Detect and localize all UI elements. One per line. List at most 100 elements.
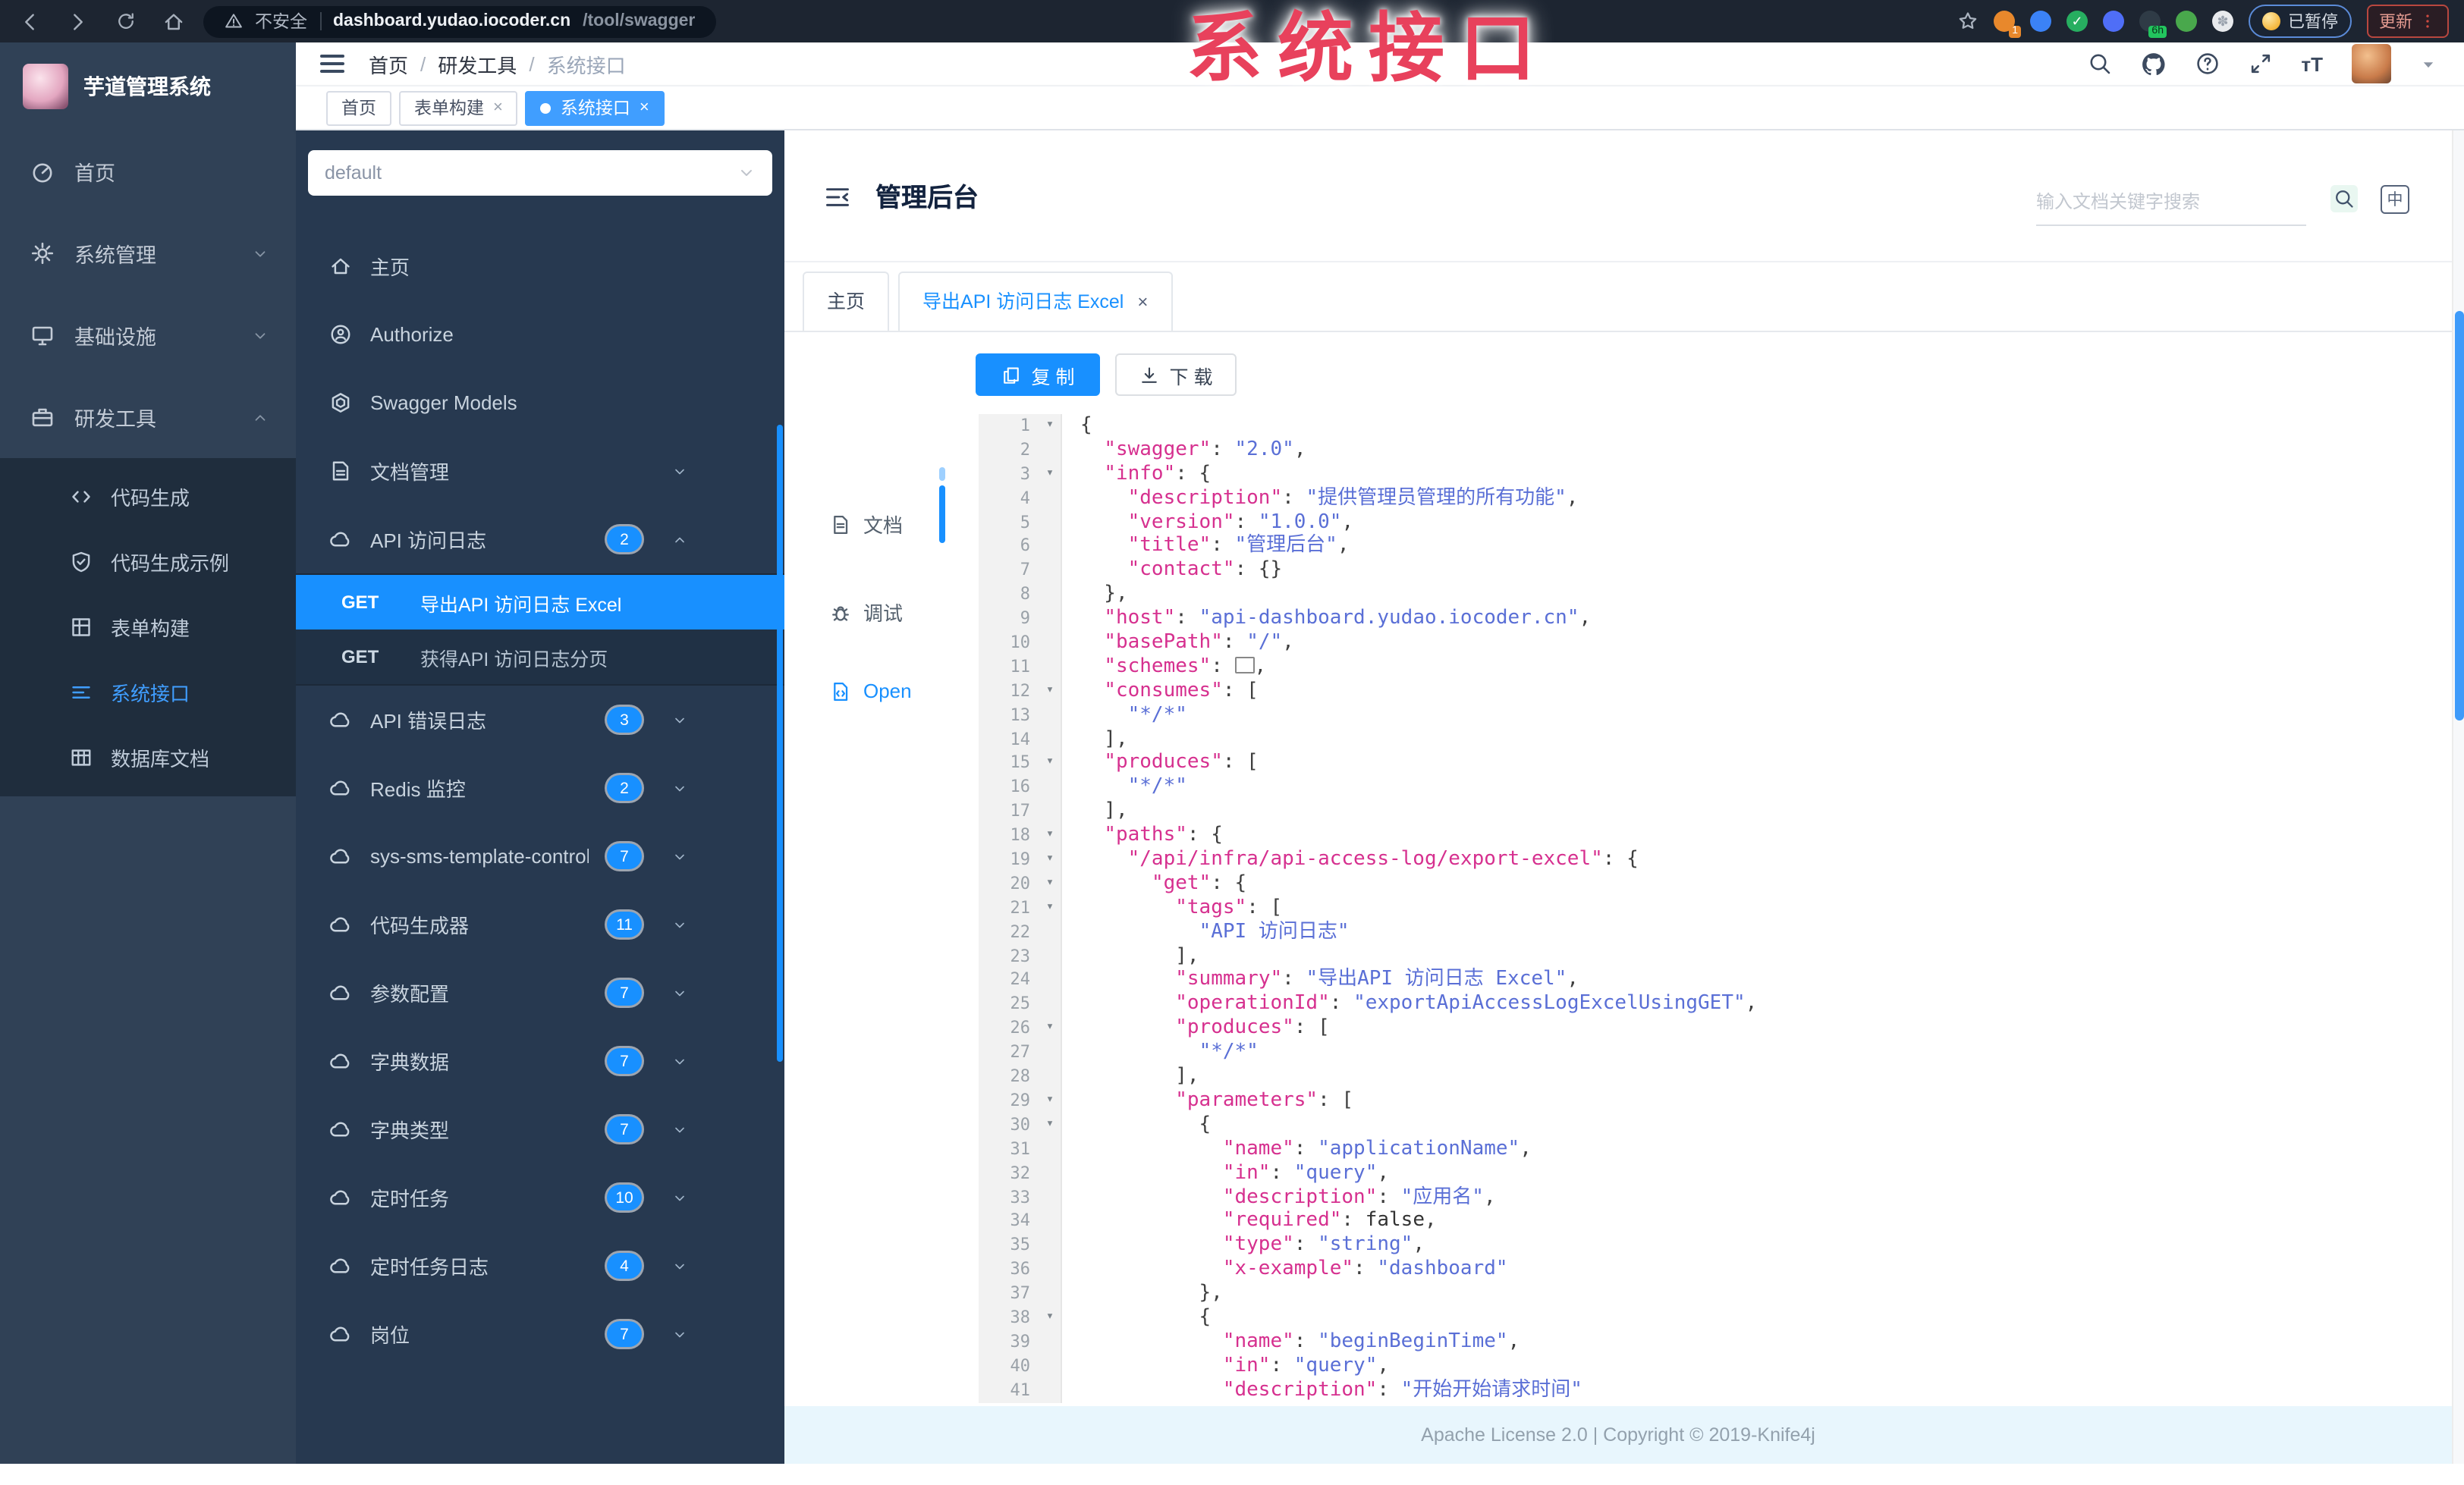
tab-label: 主页 — [827, 291, 866, 312]
doc-search-input[interactable]: 输入文档关键字搜索 — [2036, 188, 2306, 226]
rail-scrollbar-thumb[interactable] — [939, 485, 945, 543]
collapse-menu-icon[interactable] — [824, 184, 851, 211]
user-avatar[interactable] — [2352, 44, 2391, 83]
page-scrollbar-thumb[interactable] — [2455, 311, 2464, 721]
json-code-editor[interactable]: 1 ▾{2 "swagger": "2.0", 3 ▾ "info": {4 "des… — [979, 414, 2444, 1406]
api-menu-item-swagger-models[interactable]: Swagger Models — [296, 369, 784, 437]
api-menu-item-k4-home[interactable]: 主页 — [296, 232, 784, 300]
rail-item-open[interactable]: Open — [784, 680, 912, 702]
code-line-41: 41 "description": "开始开始请求时间" — [979, 1378, 2444, 1403]
sidebar-item-code-gen[interactable]: 代码生成 — [0, 464, 296, 529]
fold-marker-icon[interactable]: ▾ — [1039, 414, 1062, 438]
tab-close-icon[interactable]: × — [1137, 273, 1148, 331]
api-menu-item-scheduled-job-log[interactable]: 定时任务日志 4 — [296, 1232, 784, 1300]
tag-system-api[interactable]: 系统接口 × — [525, 90, 665, 125]
browser-forward-icon[interactable] — [67, 10, 90, 33]
hamburger-icon[interactable] — [320, 55, 344, 73]
github-icon[interactable] — [2140, 51, 2166, 77]
tag-close-icon[interactable]: × — [493, 99, 503, 117]
fold-marker-icon[interactable]: ▾ — [1039, 679, 1062, 704]
extension-icon-white-flower[interactable]: ✽ — [2212, 11, 2233, 32]
api-menu-item-param-config[interactable]: 参数配置 7 — [296, 959, 784, 1027]
download-button[interactable]: 下 载 — [1115, 353, 1237, 396]
extension-icon-dark[interactable]: 6h — [2139, 11, 2167, 38]
extension-icon-green-check[interactable]: ✓ — [2066, 11, 2088, 32]
tag-form-builder[interactable]: 表单构建 × — [399, 90, 518, 125]
code-text: ], — [1062, 944, 1199, 969]
knife4j-scrollbar-thumb[interactable] — [777, 425, 783, 1062]
api-group-select[interactable]: default — [308, 150, 772, 196]
collapsed-array-icon[interactable] — [1234, 656, 1255, 673]
sidebar-item-dev-tools[interactable]: 研发工具 — [0, 376, 296, 458]
help-icon[interactable] — [2195, 52, 2219, 76]
api-menu-item-api-access-log[interactable]: API 访问日志 2 — [296, 505, 784, 573]
rail-item-文档[interactable]: 文档 — [784, 510, 903, 538]
extension-icon-blue-drop[interactable] — [2030, 11, 2051, 32]
sidebar-submenu: 代码生成 代码生成示例 表单构建 系统接口 数据库文档 — [0, 458, 296, 796]
api-menu-item-dict-data[interactable]: 字典数据 7 — [296, 1027, 784, 1095]
paused-button[interactable]: 已暂停 — [2249, 5, 2352, 38]
api-menu-item-code-generator[interactable]: 代码生成器 11 — [296, 890, 784, 959]
browser-back-icon[interactable] — [18, 10, 41, 33]
sidebar-item-infrastructure[interactable]: 基础设施 — [0, 294, 296, 376]
api-menu-item-scheduled-job[interactable]: 定时任务 10 — [296, 1163, 784, 1232]
fold-marker-icon[interactable]: ▾ — [1039, 848, 1062, 872]
fullscreen-icon[interactable] — [2248, 52, 2272, 76]
breadcrumb-home[interactable]: 首页 — [369, 49, 408, 78]
token: "schemes" — [1104, 655, 1212, 678]
language-toggle[interactable]: 中 — [2381, 185, 2409, 214]
api-menu-item-dict-type[interactable]: 字典类型 7 — [296, 1095, 784, 1163]
api-menu-item-sms-template-controller[interactable]: sys-sms-template-controller 7 — [296, 822, 784, 890]
fold-marker-icon[interactable]: ▾ — [1039, 824, 1062, 849]
fold-marker-icon[interactable]: ▾ — [1039, 1113, 1062, 1138]
app-logo[interactable]: 芋道管理系统 — [0, 42, 296, 130]
address-bar[interactable]: 不安全 dashboard.yudao.iocoder.cn/tool/swag… — [203, 5, 717, 37]
fold-marker-icon[interactable]: ▾ — [1039, 896, 1062, 921]
code-line-28: 28 ], — [979, 1065, 2444, 1089]
fold-marker-icon[interactable]: ▾ — [1039, 1016, 1062, 1041]
sidebar-item-form-builder[interactable]: 表单构建 — [0, 595, 296, 660]
sidebar-item-system-mgmt[interactable]: 系统管理 — [0, 212, 296, 294]
token: "dashboard" — [1377, 1257, 1508, 1281]
fold-marker-icon[interactable]: ▾ — [1039, 871, 1062, 896]
update-button[interactable]: 更新 — [2367, 5, 2449, 38]
fold-marker-icon[interactable]: ▾ — [1039, 1088, 1062, 1113]
extension-icon-puzzle[interactable] — [2103, 11, 2124, 32]
doc-search-icon[interactable] — [2330, 185, 2358, 212]
fold-marker-icon[interactable]: ▾ — [1039, 751, 1062, 776]
extension-icon-orange[interactable]: 1 — [1994, 11, 2021, 38]
chevron-down-icon — [672, 985, 687, 1000]
api-menu-item-redis-monitor[interactable]: Redis 监控 2 — [296, 754, 784, 822]
copy-button[interactable]: 复 制 — [976, 353, 1100, 396]
token: { — [1080, 414, 1092, 437]
bookmark-star-icon[interactable] — [1957, 11, 1978, 32]
sidebar-item-home[interactable]: 首页 — [0, 130, 296, 212]
api-endpoint-get-export-excel[interactable]: GET 导出API 访问日志 Excel — [296, 575, 784, 629]
fold-marker-icon[interactable]: ▾ — [1039, 462, 1062, 487]
tab-export-excel[interactable]: 导出API 访问日志 Excel × — [898, 272, 1173, 331]
tag-home[interactable]: 首页 — [326, 90, 391, 125]
extension-icon-green[interactable] — [2176, 11, 2197, 32]
api-menu-item-api-error-log[interactable]: API 错误日志 3 — [296, 686, 784, 754]
fold-marker — [1039, 607, 1062, 632]
browser-home-icon[interactable] — [162, 10, 185, 33]
sidebar-item-system-api[interactable]: 系统接口 — [0, 660, 296, 725]
tag-close-icon[interactable]: × — [640, 99, 649, 117]
breadcrumb-devtools[interactable]: 研发工具 — [438, 49, 517, 78]
font-size-icon[interactable]: ᴛT — [2301, 52, 2323, 75]
sidebar-item-code-gen-example[interactable]: 代码生成示例 — [0, 529, 296, 595]
api-endpoint-get-access-log-page[interactable]: GET 获得API 访问日志分页 — [296, 629, 784, 684]
api-menu-item-post[interactable]: 岗位 7 — [296, 1300, 784, 1368]
sidebar-item-db-doc[interactable]: 数据库文档 — [0, 725, 296, 790]
line-number: 16 — [979, 775, 1039, 800]
browser-reload-icon[interactable] — [115, 11, 137, 32]
avatar-caret-icon[interactable] — [2420, 55, 2437, 72]
api-menu-item-authorize[interactable]: Authorize — [296, 300, 784, 369]
fold-marker-icon[interactable]: ▾ — [1039, 1305, 1062, 1330]
header-search-icon[interactable] — [2087, 52, 2111, 76]
rail-item-调试[interactable]: 调试 — [784, 598, 903, 626]
token: ], — [1080, 1065, 1199, 1088]
tab-home[interactable]: 主页 — [803, 272, 890, 331]
api-menu-item-doc-mgmt[interactable]: 文档管理 — [296, 437, 784, 505]
